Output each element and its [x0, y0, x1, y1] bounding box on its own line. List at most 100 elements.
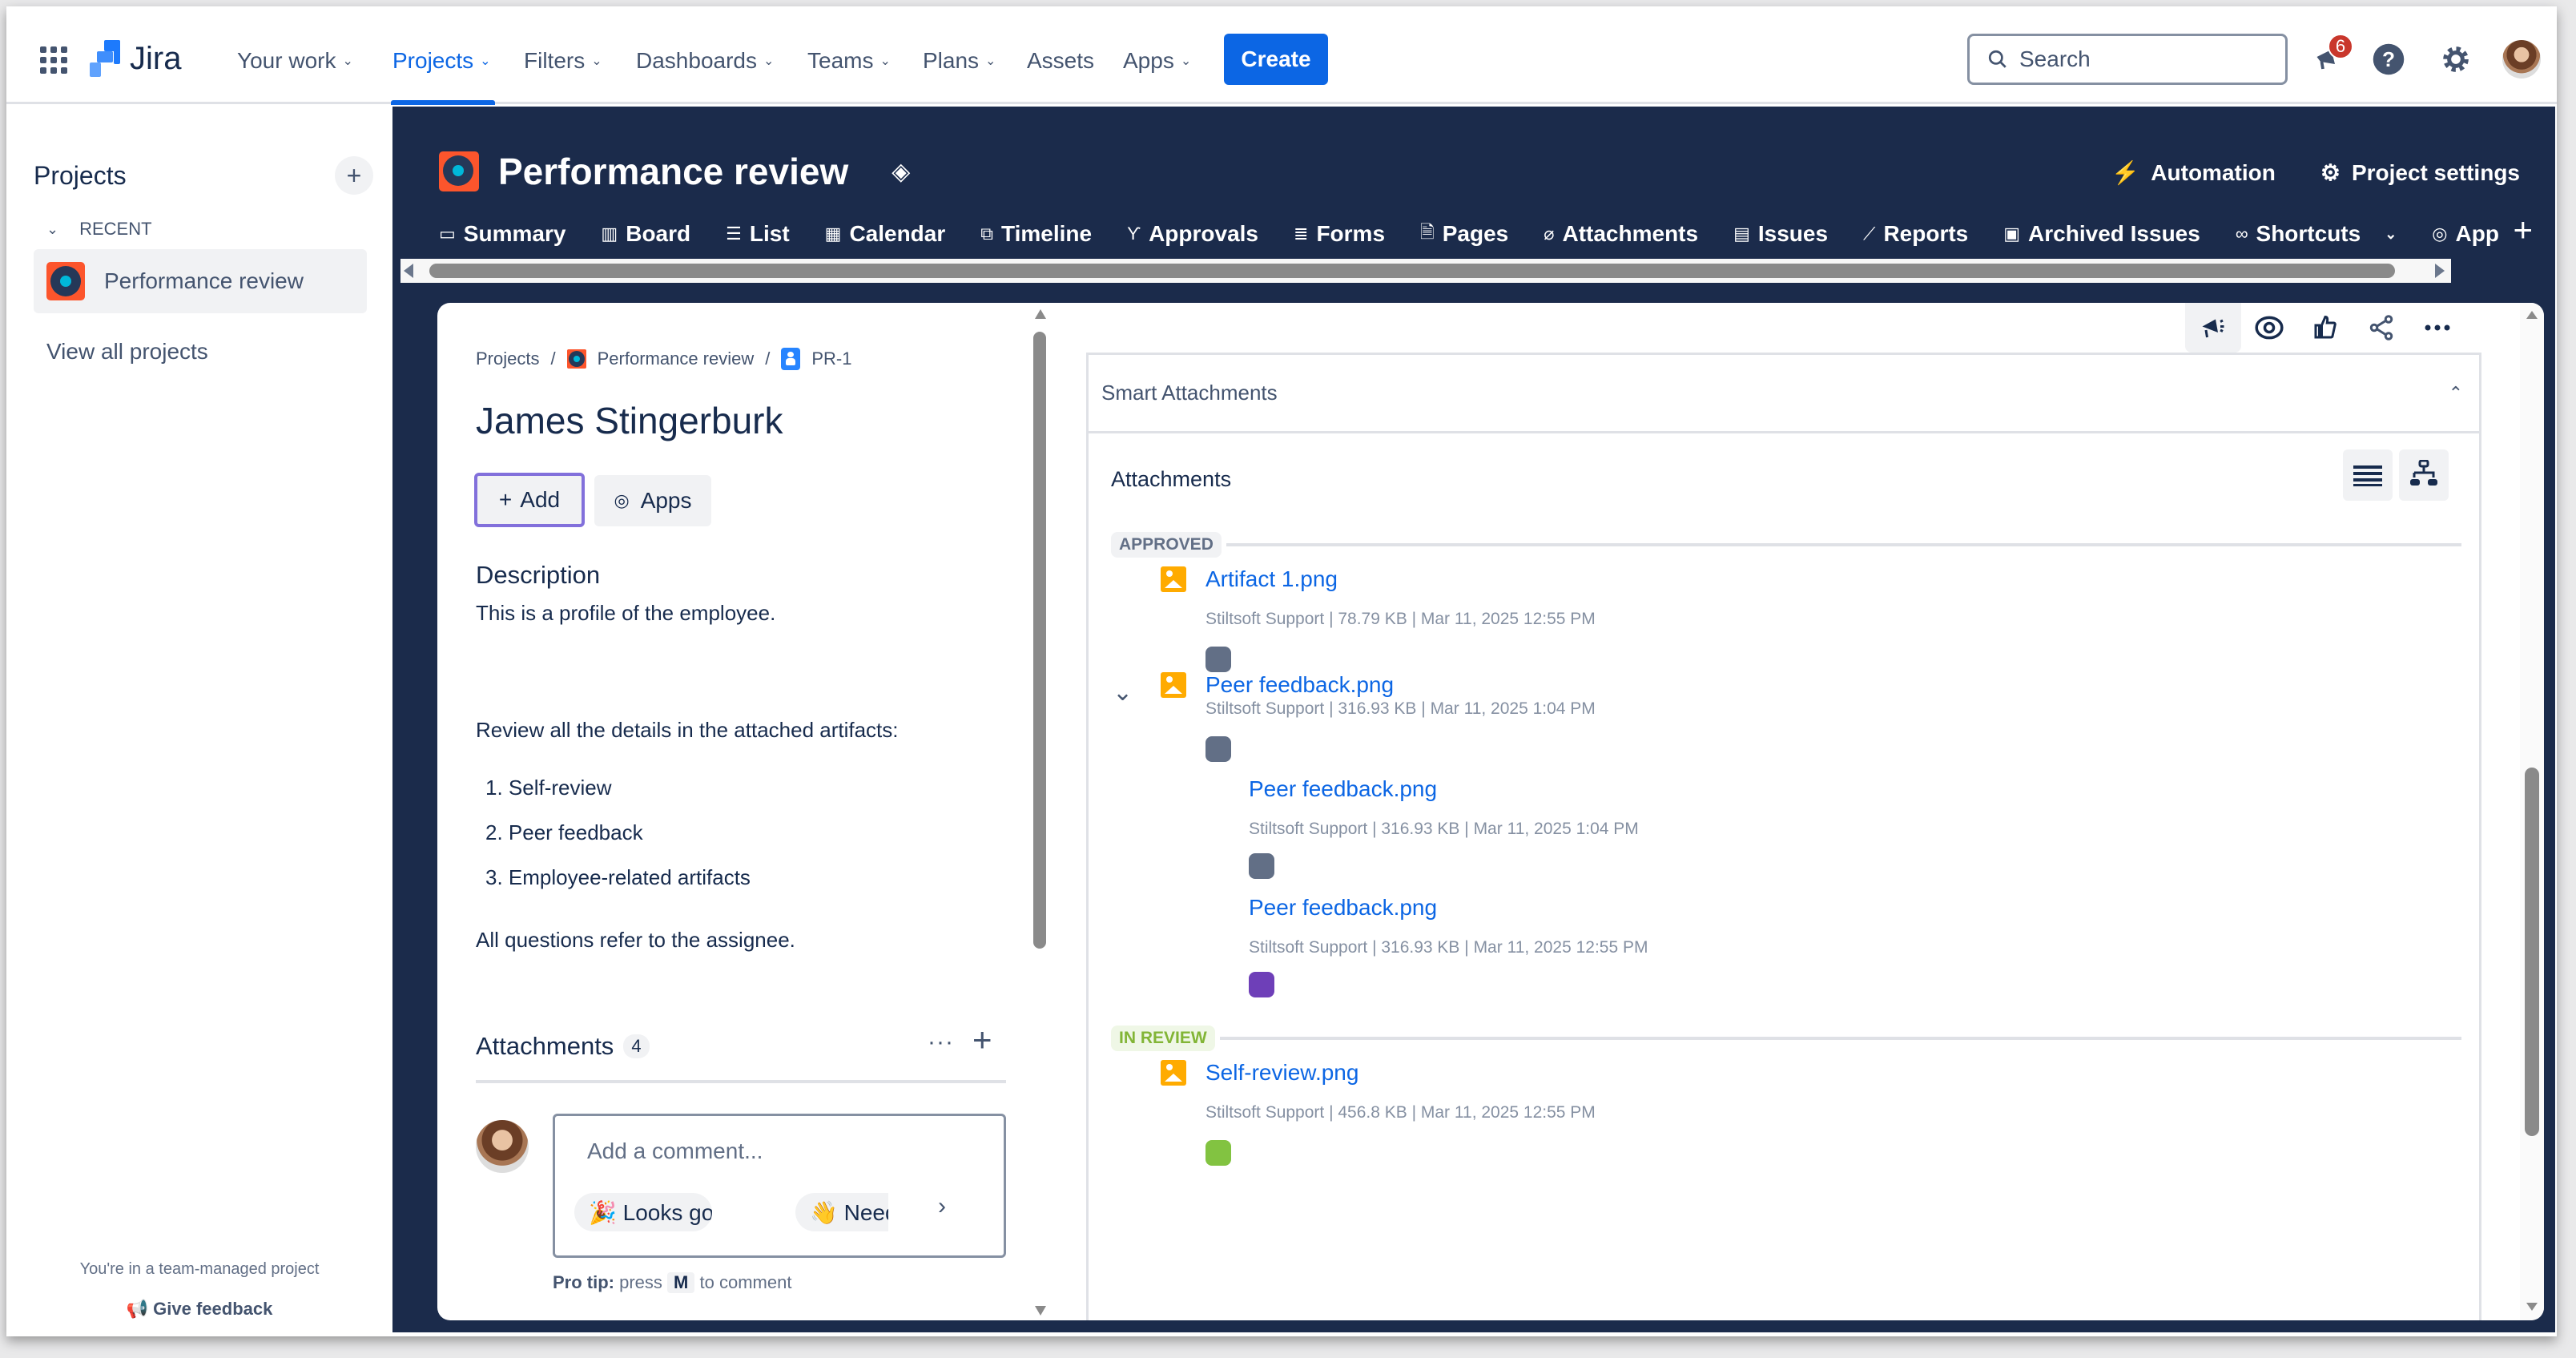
attachment-label-tag[interactable]: [1205, 1140, 1231, 1166]
tree-view-button[interactable]: [2399, 449, 2449, 501]
chevron-right-icon[interactable]: ›: [938, 1193, 946, 1220]
watch-button[interactable]: [2241, 303, 2297, 353]
breadcrumb-project[interactable]: Performance review: [598, 349, 755, 369]
tab-label: Issues: [1757, 221, 1829, 246]
more-actions-button[interactable]: [2409, 303, 2465, 353]
board-icon: ▥: [601, 224, 618, 244]
jira-logo[interactable]: Jira: [90, 40, 181, 77]
quick-reply-looks-good[interactable]: 🎉 Looks good!: [574, 1193, 712, 1231]
nav-assets[interactable]: Assets: [1027, 48, 1094, 74]
list-view-button[interactable]: [2343, 449, 2393, 501]
nav-filters[interactable]: Filters ⌄: [524, 48, 602, 74]
share-button[interactable]: [2353, 303, 2409, 353]
user-avatar[interactable]: [2502, 40, 2541, 79]
paint-bucket-icon[interactable]: ◈: [892, 158, 910, 186]
scroll-down-icon[interactable]: [2526, 1303, 2538, 1311]
search-input[interactable]: Search: [1967, 34, 2288, 85]
tab-summary[interactable]: ▭ Summary: [439, 219, 566, 249]
description-review[interactable]: Review all the details in the attached a…: [476, 718, 899, 743]
attachment-version-item: Peer feedback.png Stiltsoft Support | 31…: [1249, 895, 1648, 997]
attachment-label-tag[interactable]: [1205, 736, 1231, 762]
attachment-link[interactable]: Artifact 1.png: [1161, 566, 1596, 592]
issue-view-scrollbar[interactable]: [2520, 303, 2544, 1320]
tab-forms[interactable]: ≣ Forms: [1294, 219, 1385, 249]
sidebar-item-label: Performance review: [104, 268, 304, 293]
attachment-version-item: Peer feedback.png Stiltsoft Support | 31…: [1249, 776, 1639, 879]
tab-label: Summary: [463, 221, 566, 246]
chevron-up-icon[interactable]: ⌃: [2449, 383, 2463, 404]
chevron-down-icon: ⌄: [763, 54, 775, 68]
settings-button[interactable]: [2438, 42, 2473, 77]
plus-icon: +: [498, 487, 513, 512]
tab-board[interactable]: ▥ Board: [601, 219, 690, 249]
tab-archived-issues[interactable]: ▣ Archived Issues: [2003, 219, 2200, 249]
attachment-label-tag[interactable]: [1249, 972, 1274, 997]
tab-approvals[interactable]: ϒ Approvals: [1127, 219, 1258, 249]
add-button[interactable]: + Add: [474, 473, 585, 527]
scrollbar-thumb[interactable]: [1033, 332, 1046, 949]
attachment-link[interactable]: Peer feedback.png: [1161, 672, 1596, 698]
tab-timeline[interactable]: ⧉ Timeline: [980, 219, 1092, 249]
tab-list[interactable]: ☰ List: [726, 219, 790, 249]
comment-input[interactable]: Add a comment... 🎉 Looks good! 👋 Need he…: [553, 1114, 1006, 1258]
feedback-button[interactable]: [2185, 303, 2241, 353]
view-all-projects-link[interactable]: View all projects: [46, 339, 208, 365]
smart-attachments-header[interactable]: Smart Attachments ⌃: [1089, 355, 2479, 433]
tabs-horizontal-scrollbar[interactable]: [400, 259, 2451, 283]
create-button[interactable]: Create: [1224, 34, 1328, 85]
issue-toolbar: [2185, 303, 2465, 353]
main-column-scrollbar[interactable]: [1030, 303, 1049, 1320]
apps-grid-icon[interactable]: [40, 46, 67, 74]
nav-projects[interactable]: Projects ⌄: [392, 48, 491, 74]
attachment-link[interactable]: Self-review.png: [1161, 1060, 1596, 1086]
tab-attachments[interactable]: ⌀ Attachments: [1544, 219, 1698, 249]
scroll-left-icon[interactable]: [404, 264, 413, 278]
sidebar-item-performance-review[interactable]: Performance review: [34, 249, 367, 313]
attachment-label-tag[interactable]: [1205, 647, 1231, 672]
tab-apps[interactable]: ◎ App: [2432, 219, 2499, 249]
nav-dashboards[interactable]: Dashboards ⌄: [636, 48, 774, 74]
add-attachment-button[interactable]: +: [972, 1021, 992, 1059]
attachment-link[interactable]: Peer feedback.png: [1249, 776, 1639, 802]
tab-pages[interactable]: 🗎 Pages: [1420, 219, 1508, 249]
add-tab-button[interactable]: +: [2513, 211, 2533, 249]
attachments-more-button[interactable]: ···: [928, 1029, 954, 1056]
scroll-down-icon[interactable]: [1035, 1306, 1046, 1316]
nav-teams[interactable]: Teams ⌄: [807, 48, 891, 74]
tab-shortcuts[interactable]: ∞ Shortcuts ⌄: [2236, 219, 2397, 249]
attachments-section-title: Attachments: [1111, 467, 1232, 491]
nav-apps[interactable]: Apps ⌄: [1123, 48, 1191, 74]
attachment-meta: Stiltsoft Support | 316.93 KB | Mar 11, …: [1249, 820, 1639, 838]
scroll-up-icon[interactable]: [2526, 311, 2538, 319]
automation-button[interactable]: ⚡ Automation: [2111, 159, 2275, 186]
scrollbar-thumb[interactable]: [2525, 768, 2539, 1136]
attachment-label-tag[interactable]: [1249, 853, 1274, 879]
nav-plans[interactable]: Plans ⌄: [923, 48, 996, 74]
tab-calendar[interactable]: ▦ Calendar: [825, 219, 946, 249]
vote-button[interactable]: [2297, 303, 2353, 353]
scroll-right-icon[interactable]: [2435, 264, 2445, 278]
create-project-button[interactable]: +: [335, 156, 373, 195]
issue-title[interactable]: James Stingerburk: [476, 399, 783, 442]
description-footer[interactable]: All questions refer to the assignee.: [476, 928, 795, 953]
apps-button[interactable]: ◎ Apps: [594, 475, 711, 526]
tab-reports[interactable]: ⟋ Reports: [1863, 219, 1968, 249]
nav-your-work[interactable]: Your work ⌄: [237, 48, 353, 74]
attachment-link[interactable]: Peer feedback.png: [1249, 895, 1648, 921]
scrollbar-thumb[interactable]: [429, 264, 2395, 278]
attachment-item: Artifact 1.png Stiltsoft Support | 78.79…: [1161, 566, 1596, 672]
help-button[interactable]: ?: [2371, 42, 2406, 77]
chevron-down-icon[interactable]: ⌄: [1113, 679, 1133, 707]
tab-issues[interactable]: ▤ Issues: [1733, 219, 1828, 249]
list-icon: ☰: [726, 224, 742, 244]
breadcrumb-projects[interactable]: Projects: [476, 349, 539, 369]
give-feedback-link[interactable]: 📢 Give feedback: [6, 1299, 392, 1320]
project-settings-button[interactable]: ⚙ Project settings: [2320, 159, 2520, 186]
scroll-up-icon[interactable]: [1035, 309, 1046, 319]
project-title: Performance review: [498, 151, 849, 192]
description-intro[interactable]: This is a profile of the employee.: [476, 601, 775, 626]
plus-icon: +: [346, 160, 362, 190]
quick-reply-need-help[interactable]: 👋 Need he: [795, 1193, 888, 1231]
breadcrumb-issue-key[interactable]: PR-1: [811, 349, 851, 369]
recent-section-toggle[interactable]: ⌄ RECENT: [46, 219, 152, 240]
